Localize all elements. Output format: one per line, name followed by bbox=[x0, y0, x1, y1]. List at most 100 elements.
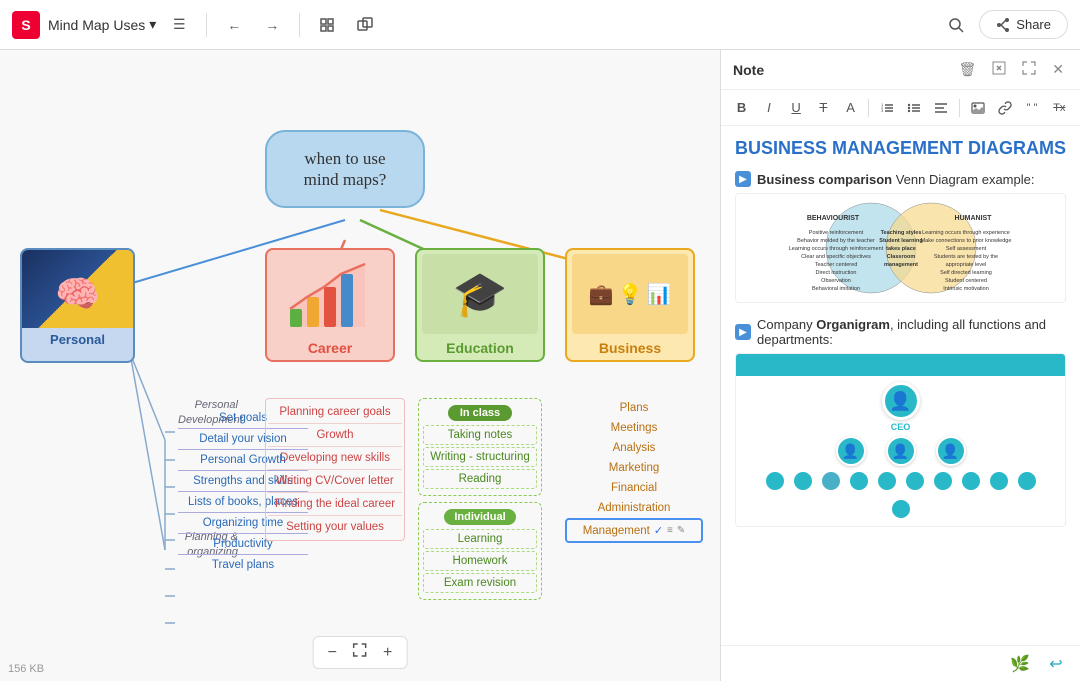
list-item: Planning career goals bbox=[268, 401, 402, 424]
svg-text:Clear and specific objectives: Clear and specific objectives bbox=[801, 254, 871, 260]
share-button[interactable]: Share bbox=[979, 10, 1068, 39]
toolbar: S Mind Map Uses ▾ ☰ ← → Share bbox=[0, 0, 1080, 50]
l3-node bbox=[904, 470, 926, 492]
business-items-list: Plans Meetings Analysis Marketing Financ… bbox=[565, 398, 703, 543]
note-section-organigram: ▶ Company Organigram, including all func… bbox=[735, 317, 1066, 527]
management-item[interactable]: Management ✓ ≡ ✎ bbox=[565, 518, 703, 543]
career-branch-node: Career bbox=[265, 248, 395, 362]
zoom-in-button[interactable]: + bbox=[379, 642, 396, 664]
add-note-button[interactable]: 🌿 bbox=[1006, 650, 1034, 678]
delete-note-button[interactable]: 🗑 bbox=[954, 59, 980, 80]
svg-text:Observation: Observation bbox=[821, 278, 851, 284]
menu-icon: ≡ bbox=[667, 525, 673, 536]
hamburger-menu-button[interactable]: ☰ bbox=[164, 10, 194, 40]
l2-node: 👤 bbox=[836, 436, 866, 466]
svg-text:takes place: takes place bbox=[886, 246, 916, 252]
copy-frame-button[interactable] bbox=[350, 10, 380, 40]
organigram-diagram: 👤 CEO 👤 👤 👤 bbox=[735, 353, 1066, 527]
note-panel-title: Note bbox=[733, 62, 946, 78]
unordered-list-button[interactable] bbox=[901, 95, 926, 121]
svg-text:Intrinsic motivation: Intrinsic motivation bbox=[943, 286, 989, 292]
svg-text:management: management bbox=[884, 262, 918, 268]
list-item: Writing - structuring bbox=[423, 447, 537, 467]
separator bbox=[206, 13, 207, 37]
frame-button[interactable] bbox=[312, 10, 342, 40]
underline-button[interactable]: U bbox=[784, 95, 809, 121]
close-note-button[interactable]: ✕ bbox=[1048, 59, 1068, 80]
redo-button[interactable]: → bbox=[257, 10, 287, 40]
main-content: when to use mind maps? 🧠 Personal bbox=[0, 50, 1080, 681]
svg-text:Behavioral imitation: Behavioral imitation bbox=[812, 286, 860, 292]
quote-button[interactable]: " " bbox=[1019, 95, 1044, 121]
align-button[interactable] bbox=[929, 95, 954, 121]
chevron-down-icon: ▾ bbox=[149, 16, 156, 33]
note-section1-header: ▶ Business comparison Venn Diagram examp… bbox=[735, 171, 1066, 187]
separator bbox=[299, 13, 300, 37]
list-item: Homework bbox=[423, 551, 537, 571]
l3-node bbox=[960, 470, 982, 492]
note-section-venn: ▶ Business comparison Venn Diagram examp… bbox=[735, 171, 1066, 303]
personal-label: Personal bbox=[22, 328, 133, 351]
undo-button[interactable]: ← bbox=[219, 10, 249, 40]
fit-button[interactable] bbox=[349, 641, 371, 664]
svg-text:Make connections to prior know: Make connections to prior knowledge bbox=[920, 238, 1011, 244]
search-button[interactable] bbox=[941, 10, 971, 40]
note-content-area[interactable]: BUSINESS MANAGEMENT DIAGRAMS ▶ Business … bbox=[721, 126, 1080, 645]
l3-node bbox=[876, 470, 898, 492]
svg-text:Positive reinforcement: Positive reinforcement bbox=[808, 230, 863, 236]
note-panel-header: Note 🗑 ✕ bbox=[721, 50, 1080, 90]
svg-text:Direct instruction: Direct instruction bbox=[815, 270, 856, 276]
education-badge-inclass: In class bbox=[448, 405, 512, 421]
education-branch-node: 🎓 Education bbox=[415, 248, 545, 362]
expand-note-button[interactable] bbox=[1018, 59, 1040, 80]
education-items-list: In class Taking notes Writing - structur… bbox=[418, 398, 542, 600]
l2-node: 👤 bbox=[886, 436, 916, 466]
list-item: Reading bbox=[423, 469, 537, 489]
italic-button[interactable]: I bbox=[756, 95, 781, 121]
svg-text:Student centered: Student centered bbox=[945, 278, 987, 284]
note-panel: Note 🗑 ✕ B I U T A 123 bbox=[720, 50, 1080, 681]
section1-rest: Venn Diagram example: bbox=[892, 172, 1034, 187]
ordered-list-button[interactable]: 123 bbox=[874, 95, 899, 121]
strikethrough-button[interactable]: T bbox=[811, 95, 836, 121]
list-item: Analysis bbox=[565, 438, 703, 458]
canvas-area[interactable]: when to use mind maps? 🧠 Personal bbox=[0, 50, 720, 681]
svg-text:Teacher centered: Teacher centered bbox=[814, 262, 857, 268]
image-button[interactable] bbox=[965, 95, 990, 121]
document-title[interactable]: Mind Map Uses ▾ bbox=[48, 16, 156, 33]
l3-node bbox=[820, 470, 842, 492]
link-button[interactable] bbox=[992, 95, 1017, 121]
svg-text:Teaching styles: Teaching styles bbox=[880, 230, 921, 236]
section2-bold: Organigram bbox=[816, 317, 890, 332]
svg-text:Students are tested by the: Students are tested by the bbox=[933, 254, 997, 260]
list-item: Financial bbox=[565, 478, 703, 498]
bold-button[interactable]: B bbox=[729, 95, 754, 121]
confirm-note-button[interactable]: ↩ bbox=[1042, 650, 1070, 678]
arrow-icon: ▶ bbox=[735, 171, 751, 187]
svg-text:HUMANIST: HUMANIST bbox=[954, 215, 992, 222]
list-item: Marketing bbox=[565, 458, 703, 478]
svg-text:Classroom: Classroom bbox=[886, 254, 915, 260]
list-item: Finding the ideal career bbox=[268, 493, 402, 516]
education-label: Education bbox=[417, 336, 543, 360]
font-color-button[interactable]: A bbox=[838, 95, 863, 121]
list-item: Growth bbox=[268, 424, 402, 447]
svg-text:Learning occurs through reinfo: Learning occurs through reinforcement bbox=[788, 246, 883, 252]
minimize-note-button[interactable] bbox=[988, 59, 1010, 80]
clear-format-button[interactable]: Tx bbox=[1047, 95, 1072, 121]
section2-label: Company bbox=[757, 317, 816, 332]
check-icon: ✓ bbox=[654, 524, 663, 537]
l3-node bbox=[764, 470, 786, 492]
separator bbox=[959, 99, 960, 117]
l3-node bbox=[848, 470, 870, 492]
zoom-out-button[interactable]: − bbox=[324, 642, 341, 664]
education-badge-individual: Individual bbox=[444, 509, 515, 525]
central-node: when to use mind maps? bbox=[265, 130, 425, 208]
list-item: Learning bbox=[423, 529, 537, 549]
business-label: Business bbox=[567, 336, 693, 360]
svg-text:3: 3 bbox=[881, 108, 884, 113]
app-logo: S bbox=[12, 11, 40, 39]
separator bbox=[868, 99, 869, 117]
list-item: Exam revision bbox=[423, 573, 537, 593]
l3-node bbox=[932, 470, 954, 492]
